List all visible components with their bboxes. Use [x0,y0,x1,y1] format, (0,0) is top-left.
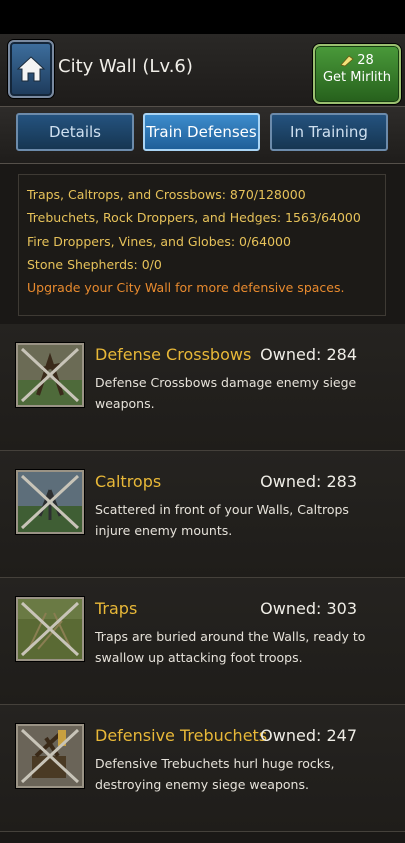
defense-name: Traps [95,599,138,618]
tab-in-training[interactable]: In Training [270,113,388,151]
tab-details[interactable]: Details [16,113,134,151]
defense-list: Defense Crossbows Owned: 284 Defense Cro… [0,324,405,832]
header-bar: City Wall (Lv.6) 28 Get Mirlith [0,34,405,106]
get-mirlith-button[interactable]: 28 Get Mirlith [313,44,401,104]
status-bar [0,0,405,34]
owned-count: Owned: 303 [260,599,357,618]
home-button[interactable] [8,40,54,98]
mirlith-count: 28 [357,53,374,68]
defense-name: Caltrops [95,472,162,491]
defense-description: Defensive Trebuchets hurl huge rocks, de… [95,756,335,792]
page-title: City Wall (Lv.6) [58,56,193,77]
traps-icon [16,597,84,661]
mirlith-label: Get Mirlith [322,70,392,85]
capacity-line: Traps, Caltrops, and Crossbows: 870/1280… [27,187,306,202]
owned-count: Owned: 283 [260,472,357,491]
defense-description: Traps are buried around the Walls, ready… [95,629,366,665]
capacity-line: Fire Droppers, Vines, and Globes: 0/6400… [27,233,291,249]
caltrops-icon [16,470,84,534]
crossbow-icon [16,343,84,407]
capacity-line: Stone Shepherds: 0/0 [27,256,162,272]
defense-row-caltrops[interactable]: Caltrops Owned: 283 Scattered in front o… [0,451,405,578]
defense-row-crossbows[interactable]: Defense Crossbows Owned: 284 Defense Cro… [0,324,405,451]
trebuchet-icon [16,724,84,788]
tab-bar: Details Train Defenses In Training [0,106,405,164]
mirlith-crystal-icon [340,54,354,66]
defense-description: Scattered in front of your Walls, Caltro… [95,502,349,538]
defense-name: Defensive Trebuchets [95,726,268,745]
home-icon [16,56,46,82]
defense-row-traps[interactable]: Traps Owned: 303 Traps are buried around… [0,578,405,705]
defense-row-trebuchets[interactable]: Defensive Trebuchets Owned: 247 Defensiv… [0,705,405,832]
tab-train-defenses[interactable]: Train Defenses [143,113,260,151]
upgrade-note: Upgrade your City Wall for more defensiv… [27,280,345,296]
capacity-line: Trebuchets, Rock Droppers, and Hedges: 1… [27,210,361,226]
owned-count: Owned: 247 [260,726,357,745]
defense-name: Defense Crossbows [95,345,252,364]
owned-count: Owned: 284 [260,345,357,364]
defense-description: Defense Crossbows damage enemy siege wea… [95,375,357,411]
capacity-panel: Traps, Caltrops, and Crossbows: 870/1280… [18,174,386,316]
